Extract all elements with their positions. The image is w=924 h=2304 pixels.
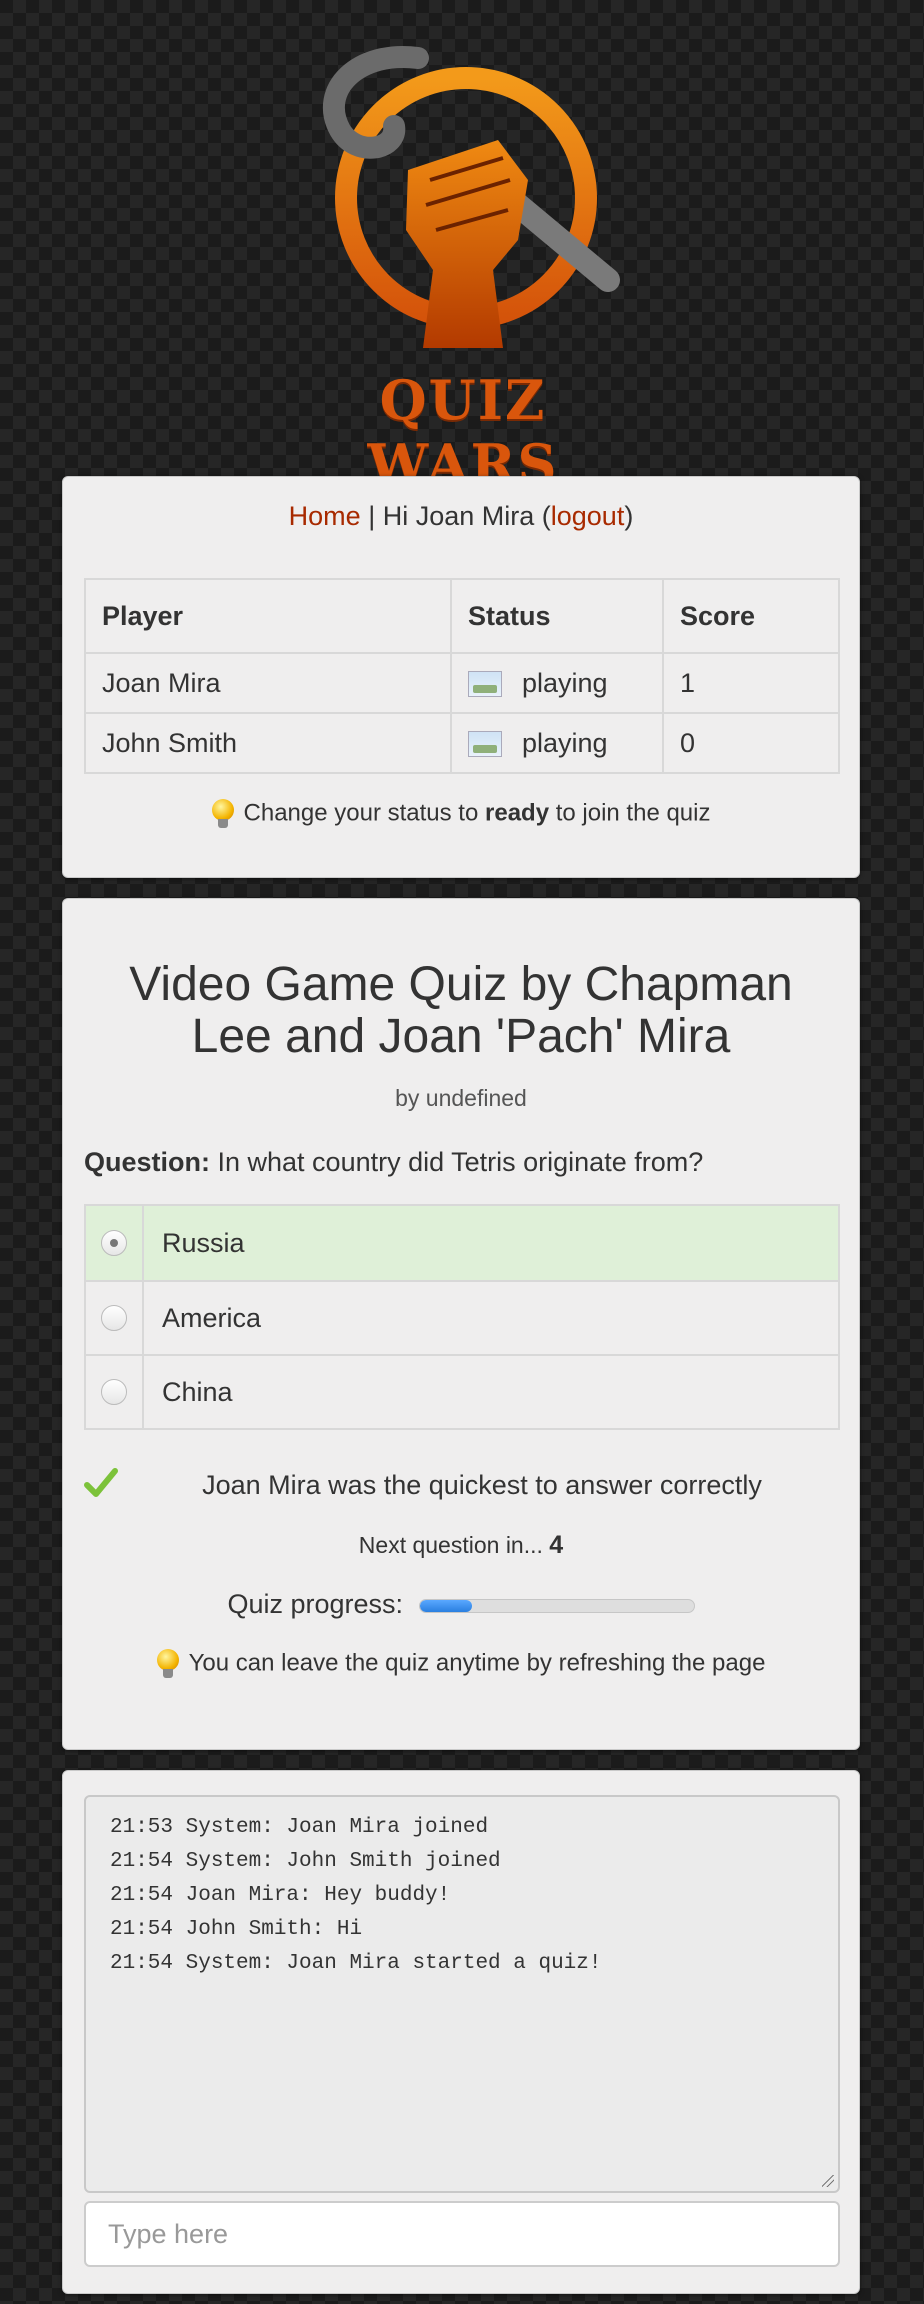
hint-text-before: Change your status to (243, 799, 485, 827)
radio-button[interactable] (101, 1379, 127, 1405)
chat-panel: 21:53 System: Joan Mira joined 21:54 Sys… (62, 1770, 860, 2294)
status-hint: Change your status to ready to join the … (63, 799, 859, 829)
table-header-row: Player Status Score (84, 578, 840, 654)
answer-label: America (162, 1302, 262, 1333)
chat-input[interactable] (84, 2201, 840, 2267)
answer-option-china[interactable]: China (86, 1354, 838, 1428)
lightbulb-icon (156, 1649, 179, 1679)
greeting-text: | Hi Joan Mira ( (360, 501, 551, 531)
hint-text-bold: ready (485, 799, 550, 827)
question: Question: In what country did Tetris ori… (84, 1147, 703, 1178)
answer-label: China (162, 1376, 233, 1407)
chat-log[interactable]: 21:53 System: Joan Mira joined 21:54 Sys… (84, 1795, 840, 2193)
status-image-icon (468, 671, 502, 698)
answer-option-america[interactable]: America (86, 1280, 838, 1354)
next-label: Next question in... (358, 1532, 550, 1558)
lightbulb-icon (211, 799, 234, 829)
hint-text-after: to join the quiz (549, 799, 711, 827)
nav-line: Home | Hi Joan Mira (logout) (63, 501, 859, 532)
greeting-close: ) (624, 501, 634, 531)
question-label: Question: (84, 1147, 210, 1177)
table-row: Joan Mira playing 1 (84, 652, 840, 714)
player-name: John Smith (84, 712, 452, 774)
radio-cell (86, 1282, 144, 1354)
chat-message: 21:54 System: John Smith joined (110, 1850, 501, 1873)
answer-list: Russia America China (84, 1204, 840, 1430)
fist-microphone-logo-icon (323, 45, 620, 348)
progress-fill (419, 1599, 472, 1612)
radio-cell (86, 1206, 144, 1280)
column-header-status: Status (450, 578, 664, 654)
question-text: In what country did Tetris originate fro… (210, 1147, 704, 1177)
column-header-player: Player (84, 578, 452, 654)
radio-button[interactable] (101, 1230, 127, 1256)
progress-label: Quiz progress: (227, 1589, 404, 1619)
chat-message: 21:54 John Smith: Hi (110, 1918, 363, 1941)
table-row: John Smith playing 0 (84, 712, 840, 774)
status-text: playing (522, 667, 608, 698)
column-header-score: Score (662, 578, 840, 654)
quiz-author: by undefined (395, 1085, 527, 1111)
countdown-value: 4 (549, 1531, 564, 1559)
quiz-progress: Quiz progress: (63, 1589, 859, 1620)
radio-cell (86, 1356, 144, 1428)
leave-hint: You can leave the quiz anytime by refres… (63, 1649, 859, 1679)
players-panel: Home | Hi Joan Mira (logout) Player Stat… (62, 476, 860, 878)
players-table: Player Status Score Joan Mira playing 1 … (84, 578, 840, 774)
quiz-panel: Video Game Quiz by Chapman Lee and Joan … (62, 898, 860, 1750)
resize-handle-icon[interactable] (822, 2175, 834, 2187)
answer-label: Russia (162, 1227, 245, 1258)
winner-message: Joan Mira was the quickest to answer cor… (84, 1465, 840, 1505)
leave-hint-text: You can leave the quiz anytime by refres… (188, 1649, 766, 1677)
next-question-countdown: Next question in... 4 (63, 1531, 859, 1560)
logout-link[interactable]: logout (551, 501, 625, 531)
player-status: playing (450, 652, 664, 714)
progress-bar (418, 1598, 695, 1613)
quiz-wars-logo: QUIZ WARS (298, 30, 628, 496)
chat-message: 21:53 System: Joan Mira joined (110, 1816, 489, 1839)
radio-button[interactable] (101, 1305, 127, 1331)
answer-option-russia[interactable]: Russia (86, 1206, 838, 1280)
player-name: Joan Mira (84, 652, 452, 714)
winner-text: Joan Mira was the quickest to answer cor… (202, 1470, 762, 1500)
player-score: 1 (662, 652, 840, 714)
chat-message: 21:54 Joan Mira: Hey buddy! (110, 1884, 451, 1907)
quiz-title: Video Game Quiz by Chapman Lee and Joan … (129, 958, 793, 1063)
player-score: 0 (662, 712, 840, 774)
status-image-icon (468, 731, 502, 758)
checkmark-icon (84, 1468, 118, 1497)
chat-message: 21:54 System: Joan Mira started a quiz! (110, 1952, 602, 1975)
player-status: playing (450, 712, 664, 774)
home-link[interactable]: Home (289, 501, 361, 531)
status-text: playing (522, 727, 608, 758)
